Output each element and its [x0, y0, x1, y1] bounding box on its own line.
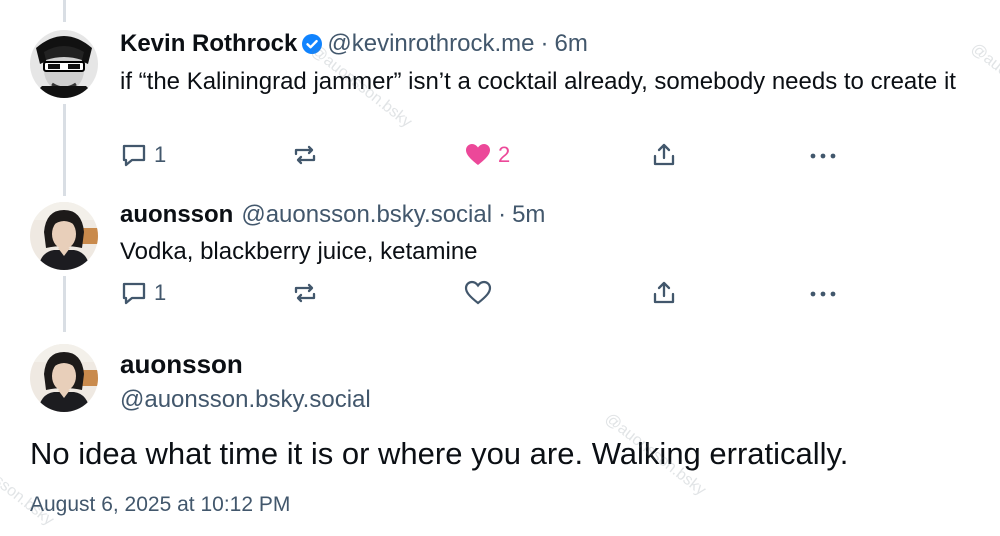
separator-dot: · [540, 30, 549, 57]
avatar[interactable] [30, 30, 98, 98]
post-text: if “the Kaliningrad jammer” isn’t a cock… [120, 68, 956, 95]
post-header: Kevin Rothrock @kevinrothrock.me · 6m [120, 29, 588, 59]
post-actions: 1 [120, 279, 850, 311]
focused-post: auonsson @auonsson.bsky.social No idea w… [0, 330, 1000, 536]
post-header: auonsson @auonsson.bsky.social · 5m [120, 200, 545, 230]
author-name[interactable]: auonsson [120, 200, 233, 230]
reply-button[interactable]: 1 [120, 279, 166, 307]
share-button[interactable] [650, 279, 678, 307]
verified-badge-icon [301, 33, 323, 55]
avatar-image [30, 202, 98, 270]
repost-icon [294, 145, 316, 165]
avatar-image [30, 344, 98, 412]
avatar-image [30, 30, 98, 98]
reply-count: 1 [154, 142, 167, 167]
post-text: No idea what time it is or where you are… [30, 436, 849, 471]
avatar[interactable] [30, 344, 98, 412]
more-icon [810, 153, 836, 159]
reply-count: 1 [154, 280, 167, 305]
author-handle[interactable]: @kevinrothrock.me [327, 29, 534, 59]
author-handle[interactable]: @auonsson.bsky.social [241, 200, 492, 230]
author-name[interactable]: Kevin Rothrock [120, 29, 297, 59]
repost-button[interactable] [291, 141, 319, 169]
more-options-button[interactable] [808, 141, 838, 169]
post-timestamp[interactable]: August 6, 2025 at 10:12 PM [30, 493, 290, 517]
share-button[interactable] [650, 141, 678, 169]
thread-post-1[interactable]: Kevin Rothrock @kevinrothrock.me · 6m if… [0, 0, 1000, 190]
like-count: 2 [498, 142, 511, 167]
author-handle[interactable]: @auonsson.bsky.social [120, 386, 371, 414]
post-actions: 1 2 [120, 141, 850, 173]
reply-icon [122, 144, 146, 167]
repost-button[interactable] [291, 279, 319, 307]
avatar[interactable] [30, 202, 98, 270]
like-button[interactable] [464, 279, 492, 307]
share-icon [653, 281, 675, 304]
post-text: Vodka, blackberry juice, ketamine [120, 238, 478, 265]
repost-icon [294, 283, 316, 303]
share-icon [653, 143, 675, 166]
heart-outline-icon [464, 280, 492, 305]
author-name[interactable]: auonsson [120, 349, 243, 380]
more-icon [810, 291, 836, 297]
separator-dot: · [498, 201, 507, 228]
more-options-button[interactable] [808, 279, 838, 307]
like-button[interactable]: 2 [464, 141, 510, 169]
post-time[interactable]: 5m [512, 200, 545, 230]
heart-filled-icon [466, 144, 490, 165]
reply-icon [122, 282, 146, 305]
reply-button[interactable]: 1 [120, 141, 166, 169]
post-time[interactable]: 6m [554, 29, 587, 59]
thread-post-2[interactable]: auonsson @auonsson.bsky.social · 5m Vodk… [0, 190, 1000, 330]
